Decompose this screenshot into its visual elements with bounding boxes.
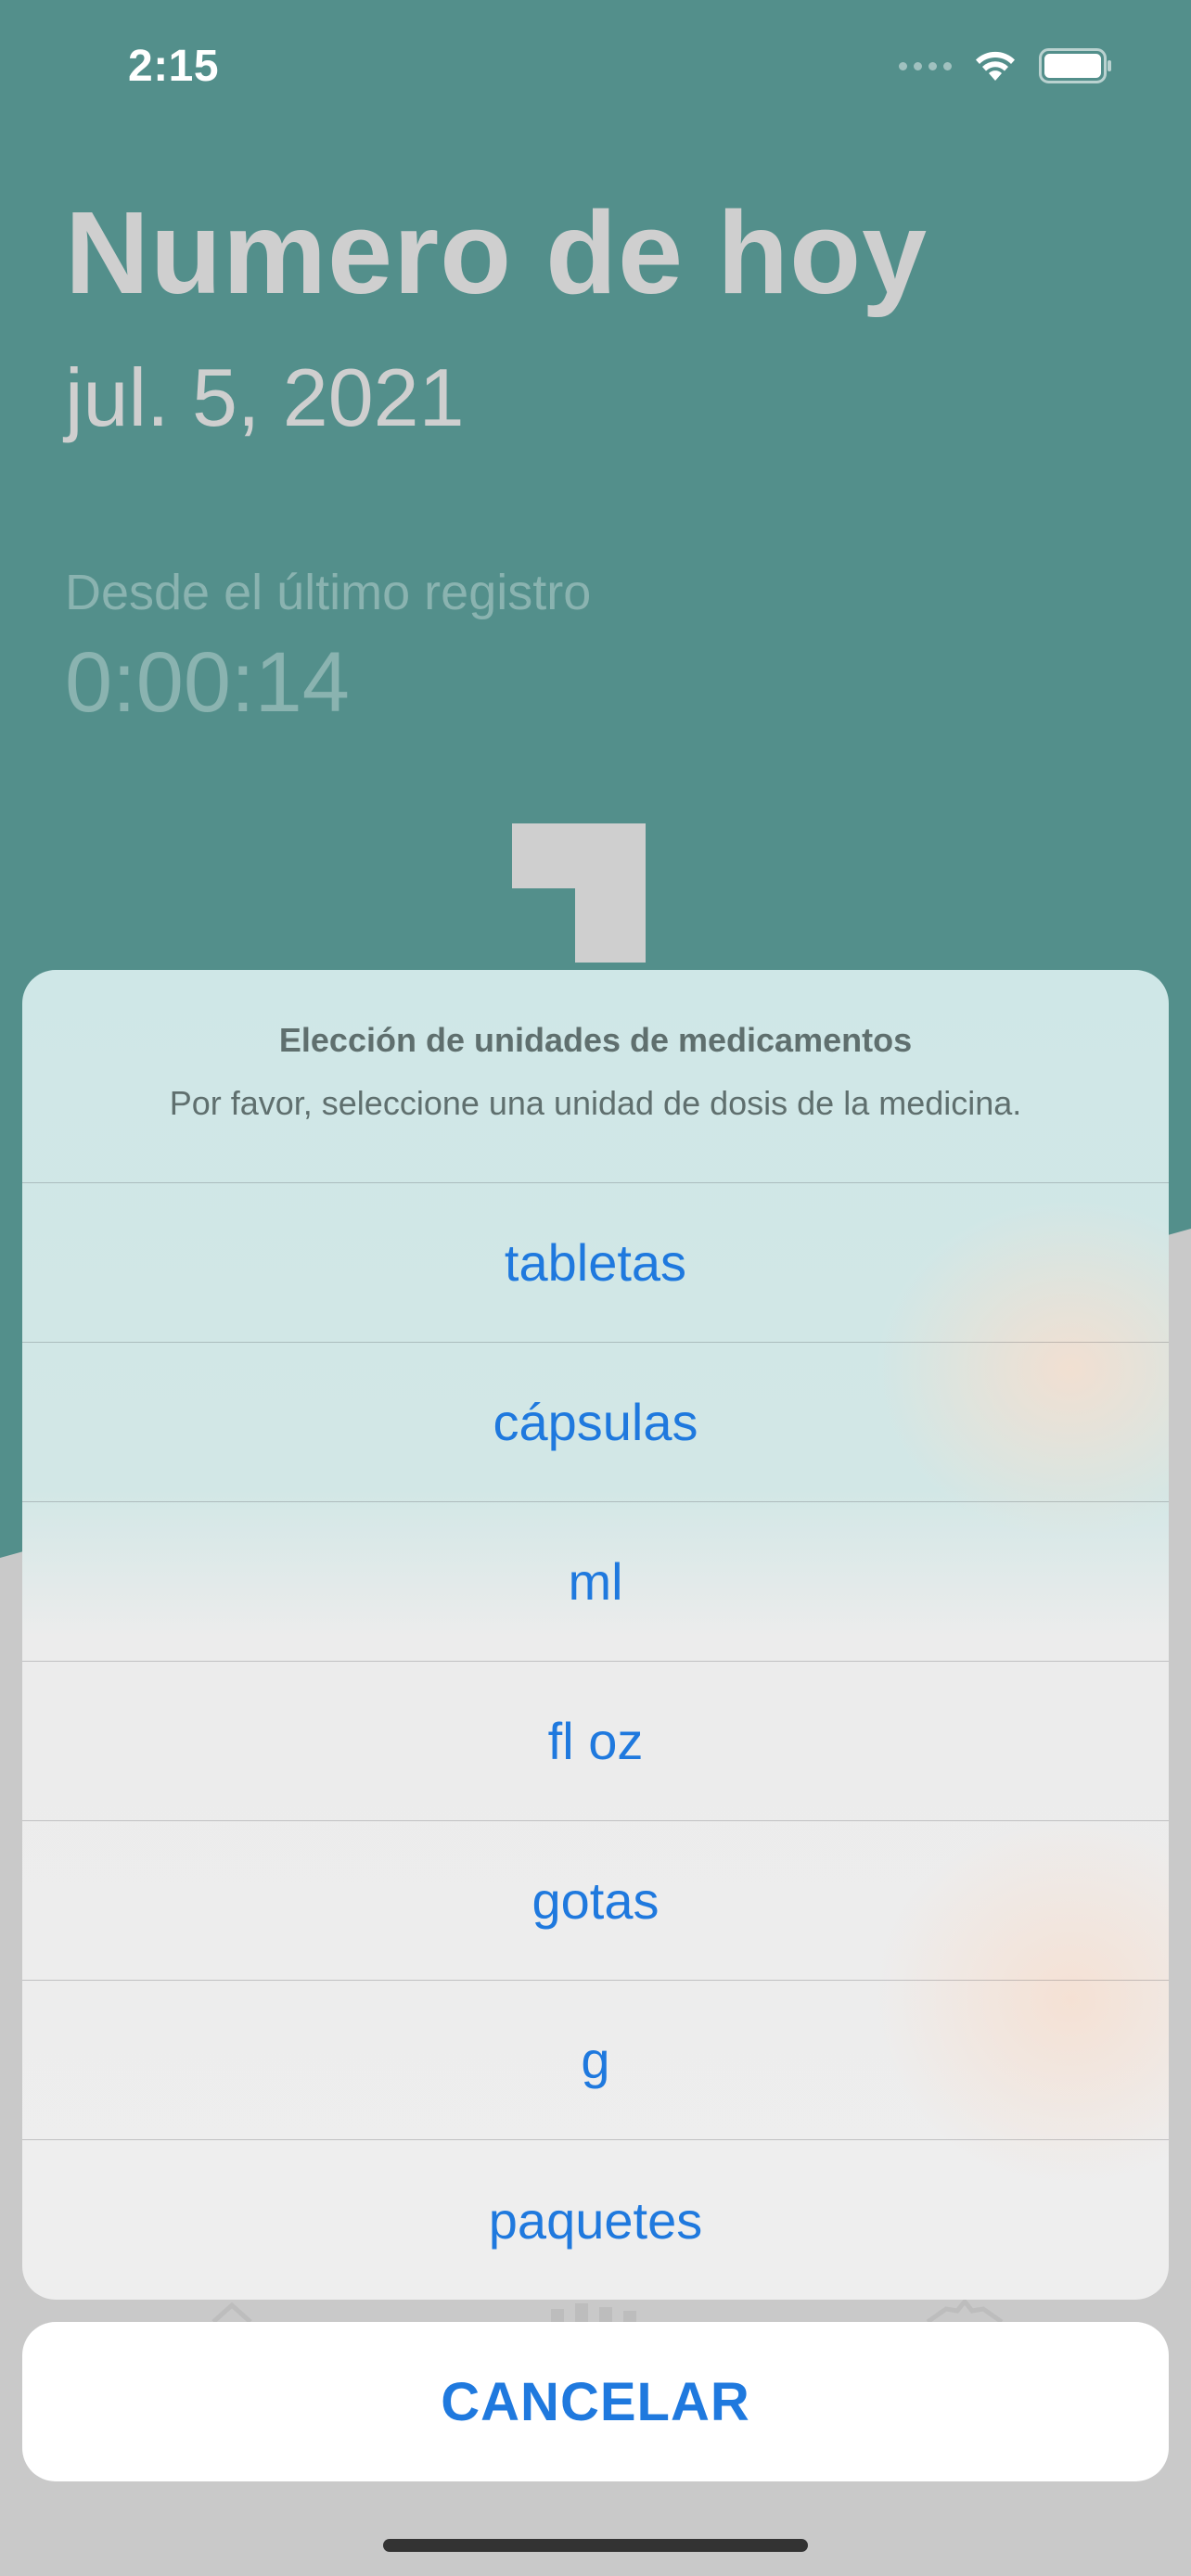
unit-selection-action-sheet: Elección de unidades de medicamentos Por…: [22, 970, 1169, 2300]
action-sheet-message: Por favor, seleccione una unidad de dosi…: [169, 1083, 1022, 1122]
wifi-icon: [972, 49, 1018, 83]
home-tab-icon: [204, 2300, 260, 2324]
history-tab-icon: [547, 2300, 649, 2322]
since-last-record-timer: 0:00:14: [65, 635, 350, 730]
unit-option-capsulas[interactable]: cápsulas: [22, 1343, 1169, 1502]
settings-tab-icon: [918, 2297, 1011, 2325]
unit-option-g[interactable]: g: [22, 1981, 1169, 2140]
action-sheet-header: Elección de unidades de medicamentos Por…: [22, 970, 1169, 1183]
battery-icon: [1039, 48, 1113, 83]
unit-option-gotas[interactable]: gotas: [22, 1821, 1169, 1981]
current-date: jul. 5, 2021: [65, 351, 465, 443]
unit-option-tabletas[interactable]: tabletas: [22, 1183, 1169, 1343]
status-time: 2:15: [128, 42, 220, 91]
dose-count-value: [508, 823, 647, 963]
unit-option-ml[interactable]: ml: [22, 1502, 1169, 1662]
page-title: Numero de hoy: [65, 187, 928, 318]
action-sheet-title: Elección de unidades de medicamentos: [278, 1020, 913, 1059]
cellular-signal-icon: [899, 61, 952, 70]
cancel-button[interactable]: CANCELAR: [22, 2322, 1169, 2481]
status-icons: [899, 48, 1113, 83]
since-last-record-label: Desde el último registro: [65, 565, 592, 620]
unit-option-paquetes[interactable]: paquetes: [22, 2140, 1169, 2300]
unit-option-fl-oz[interactable]: fl oz: [22, 1662, 1169, 1821]
home-indicator: [383, 2539, 808, 2552]
